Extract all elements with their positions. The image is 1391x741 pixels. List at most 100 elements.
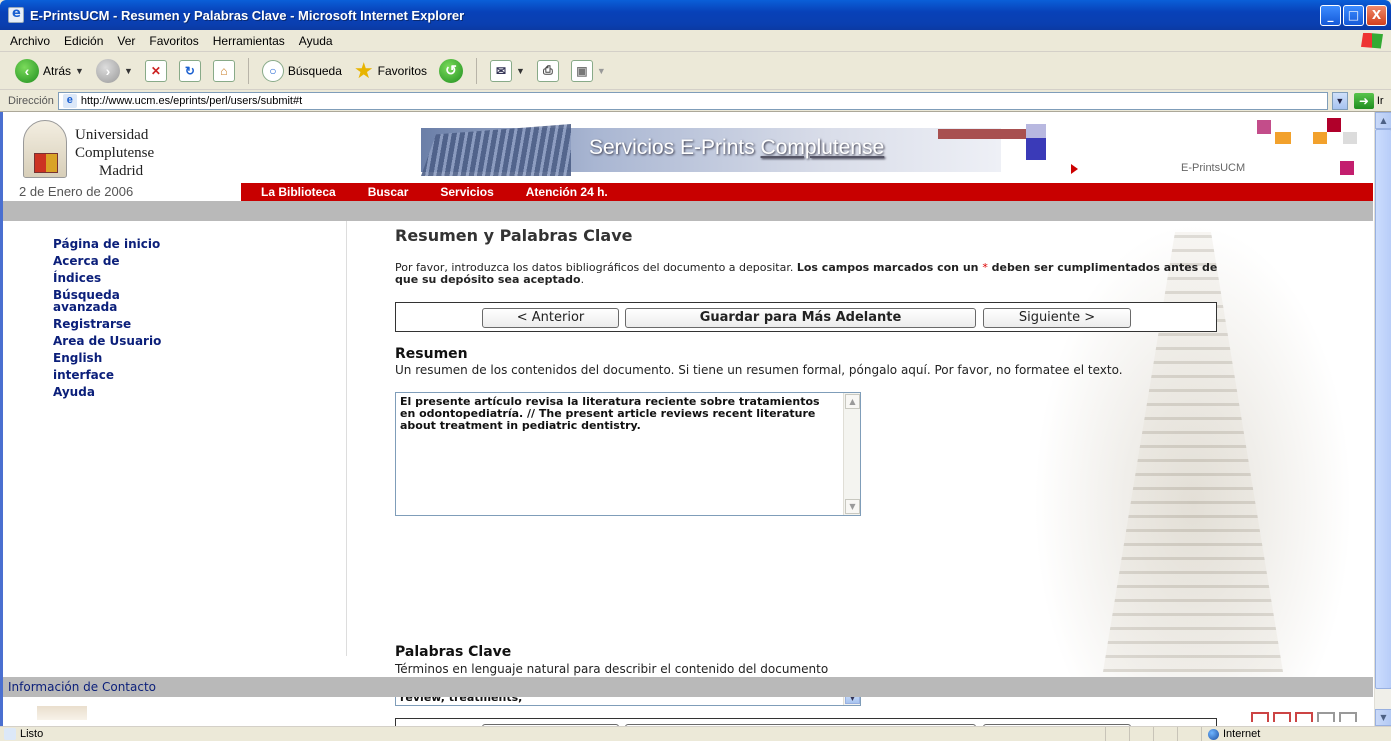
decor-square (1275, 132, 1291, 144)
banner-title: Servicios E-Prints Complutense (589, 136, 884, 160)
save-for-later-button[interactable]: Guardar para Más Adelante (625, 308, 976, 328)
sidebar-item-area-usuario[interactable]: Area de Usuario (53, 333, 163, 350)
refresh-icon: ↻ (178, 59, 201, 82)
header-divider-bar (3, 201, 1373, 221)
palabras-heading: Palabras Clave (395, 644, 512, 660)
back-arrow-icon: ‹ (15, 58, 39, 83)
scroll-up-icon[interactable]: ▲ (1375, 112, 1391, 129)
eprints-banner: Servicios E-Prints Complutense (421, 124, 1001, 176)
chevron-down-icon: ▼ (516, 65, 525, 76)
university-logo[interactable]: Universidad Complutense Madrid (23, 120, 213, 180)
globe-icon (1208, 728, 1219, 740)
menu-herramientas[interactable]: Herramientas (213, 34, 285, 48)
chevron-down-icon: ▼ (596, 65, 606, 76)
intro-text: Por favor, introduzca los datos bibliogr… (395, 262, 1235, 286)
sidebar: Página de inicio Acerca de Índices Búsqu… (53, 236, 163, 401)
history-button[interactable]: ↺ (436, 56, 466, 86)
uni-line-1: Universidad (75, 127, 149, 143)
sidebar-item-ayuda[interactable]: Ayuda (53, 384, 163, 401)
print-button[interactable]: ⎙ (534, 56, 562, 86)
back-button[interactable]: ‹ Atrás ▼ (12, 56, 87, 86)
history-icon: ↺ (439, 58, 463, 83)
scroll-up-icon[interactable]: ▲ (845, 394, 860, 409)
nav-buscar[interactable]: Buscar (368, 185, 409, 199)
address-dropdown-button[interactable]: ▼ (1331, 91, 1348, 110)
current-date: 2 de Enero de 2006 (19, 184, 134, 199)
window-title: E-PrintsUCM - Resumen y Palabras Clave -… (30, 7, 465, 23)
close-button[interactable]: X (1366, 4, 1387, 26)
intro-bold-1: Los campos marcados con un (796, 261, 983, 274)
mail-button[interactable]: ✉ ▼ (487, 56, 528, 86)
minimize-button[interactable]: _ (1320, 4, 1341, 26)
sidebar-item-indices[interactable]: Índices (53, 270, 163, 287)
footer-bar: Información de Contacto (3, 677, 1373, 697)
page-title: Resumen y Palabras Clave (395, 226, 633, 245)
scrollbar-thumb[interactable] (1375, 129, 1391, 689)
contact-link[interactable]: Información de Contacto (8, 680, 156, 694)
sidebar-item-acerca[interactable]: Acerca de (53, 253, 163, 270)
menu-ayuda[interactable]: Ayuda (299, 34, 333, 48)
security-zone: Internet (1201, 726, 1391, 741)
decor-square (1026, 138, 1046, 160)
address-input[interactable]: e http://www.ucm.es/eprints/perl/users/s… (57, 91, 1328, 110)
zone-label: Internet (1223, 728, 1261, 740)
scroll-down-icon[interactable]: ▼ (845, 499, 860, 514)
palabras-help-text: Términos en lenguaje natural para descri… (395, 662, 829, 676)
nav-servicios[interactable]: Servicios (440, 185, 493, 199)
refresh-button[interactable]: ↻ (176, 56, 204, 86)
sidebar-item-registrarse[interactable]: Registrarse (53, 316, 163, 333)
resumen-textarea[interactable]: El presente artículo revisa la literatur… (395, 392, 861, 516)
keyboard-image (421, 124, 571, 176)
go-button[interactable]: ➜ Ir (1353, 92, 1384, 109)
sidebar-item-busqueda-avanzada[interactable]: Búsqueda avanzada (53, 287, 133, 316)
textarea-scrollbar[interactable]: ▲ ▼ (843, 393, 860, 515)
decor-square (1327, 118, 1341, 132)
decor-bar (938, 129, 1026, 139)
sidebar-item-inicio[interactable]: Página de inicio (53, 236, 163, 253)
intro-end: . (580, 273, 585, 286)
ie-icon (8, 6, 24, 23)
page-scrollbar[interactable]: ▲ ▼ (1374, 112, 1391, 726)
toolbar-separator (247, 57, 249, 84)
eprints-label: E-PrintsUCM (1181, 162, 1246, 174)
page-icon: e (62, 93, 77, 108)
nav-atencion[interactable]: Atención 24 h. (526, 185, 608, 199)
menu-edicion[interactable]: Edición (64, 34, 103, 48)
toolbar: ‹ Atrás ▼ › ▼ ✕ ↻ ⌂ ○ Búsqueda ★ Favorit… (0, 52, 1391, 90)
search-icon: ○ (261, 59, 284, 82)
next-button[interactable]: Siguiente > (983, 308, 1131, 328)
nav-la-biblioteca[interactable]: La Biblioteca (261, 185, 336, 199)
page-status-icon (4, 728, 16, 740)
sidebar-item-english[interactable]: English interface (53, 350, 163, 384)
star-icon: ★ (353, 57, 374, 83)
resumen-value: El presente artículo revisa la literatur… (400, 395, 824, 432)
edit-button[interactable]: ▣ ▼ (568, 56, 609, 86)
resumen-help-text: Un resumen de los contenidos del documen… (395, 363, 1123, 377)
home-button[interactable]: ⌂ (210, 56, 238, 86)
menu-ver[interactable]: Ver (117, 34, 135, 48)
menu-archivo[interactable]: Archivo (10, 34, 50, 48)
favorites-button[interactable]: ★ Favoritos (351, 56, 430, 86)
windows-logo-icon (1361, 32, 1383, 49)
previous-button[interactable]: < Anterior (482, 308, 619, 328)
status-bar: Listo Internet (0, 726, 1391, 741)
search-button[interactable]: ○ Búsqueda (259, 56, 345, 86)
chevron-down-icon: ▼ (123, 65, 133, 76)
maximize-button[interactable]: □ (1343, 4, 1364, 26)
decor-triangle (1071, 164, 1078, 174)
printer-icon: ⎙ (536, 59, 559, 82)
decor-square (1340, 161, 1354, 175)
edit-icon: ▣ (570, 59, 593, 82)
browser-viewport: Universidad Complutense Madrid Servicios… (0, 112, 1391, 726)
decor-square (1343, 132, 1357, 144)
window-title-bar[interactable]: E-PrintsUCM - Resumen y Palabras Clave -… (0, 0, 1391, 30)
main-content: Resumen y Palabras Clave Por favor, intr… (395, 226, 1295, 726)
scroll-down-icon[interactable]: ▼ (1375, 709, 1391, 726)
stop-button[interactable]: ✕ (142, 56, 170, 86)
uni-line-3: Madrid (99, 163, 144, 179)
footer-decor (1251, 712, 1357, 722)
tower-background-image (1033, 222, 1353, 692)
forward-button[interactable]: › ▼ (93, 56, 136, 86)
menu-favoritos[interactable]: Favoritos (149, 34, 198, 48)
address-bar: Dirección e http://www.ucm.es/eprints/pe… (0, 90, 1391, 112)
